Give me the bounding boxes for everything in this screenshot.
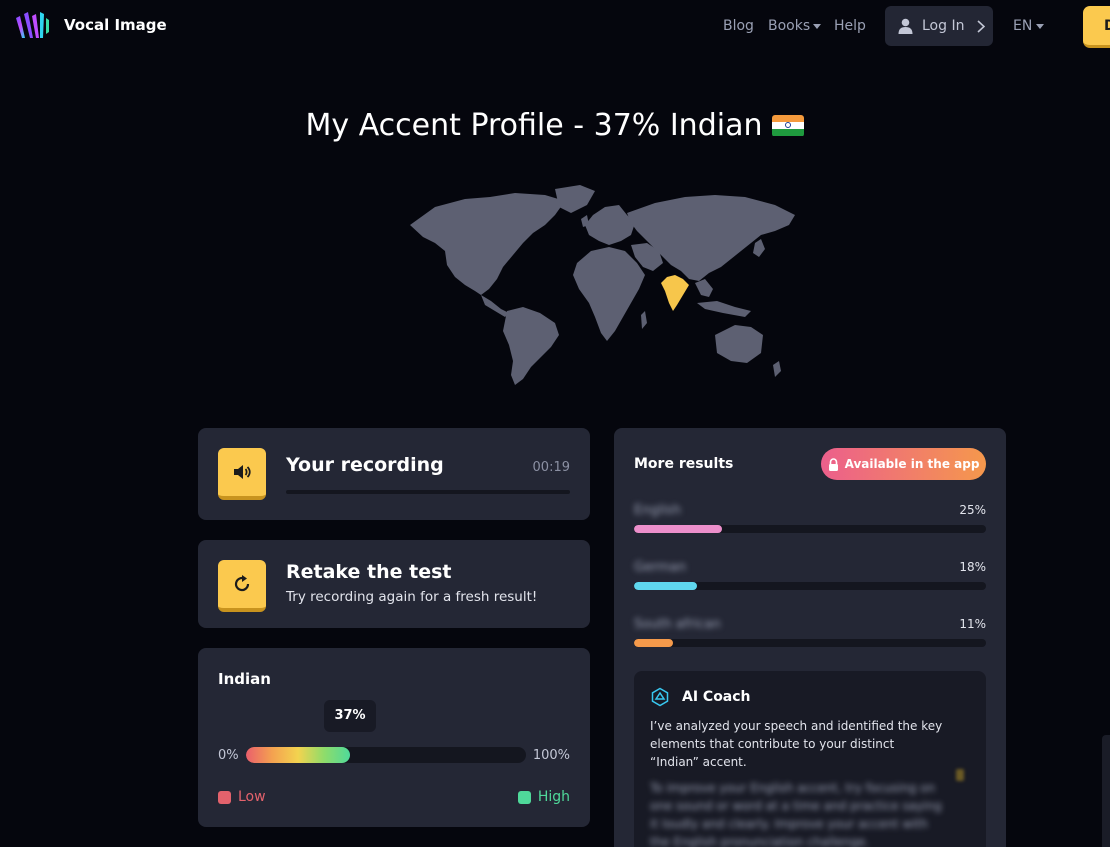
indonesia-shape	[697, 301, 751, 317]
ai-coach-lock-marker	[956, 769, 964, 781]
page-title-text: My Accent Profile - 37% Indian	[305, 108, 763, 143]
brand-logo[interactable]: Vocal Image	[14, 10, 167, 40]
accent-scale-card: Indian 37% 0% 100% Low High	[198, 648, 590, 827]
new-zealand-shape	[773, 361, 781, 377]
scale-min-label: 0%	[218, 748, 239, 763]
result-name-blurred: German	[634, 560, 687, 575]
result-name-blurred: English	[634, 503, 681, 518]
retake-subtitle: Try recording again for a fresh result!	[286, 589, 538, 605]
ai-coach-title: AI Coach	[682, 689, 751, 705]
accent-scale-fill	[246, 747, 350, 763]
result-percent: 18%	[959, 560, 986, 574]
available-in-app-button[interactable]: Available in the app	[821, 448, 986, 480]
legend-low-label: Low	[238, 789, 266, 805]
ai-coach-locked-message: To improve your English accent, try focu…	[650, 781, 942, 847]
india-highlight-shape	[661, 275, 689, 311]
nav-link-help[interactable]: Help	[834, 18, 866, 34]
retake-card[interactable]: Retake the test Try recording again for …	[198, 540, 590, 628]
result-bar-fill	[634, 639, 673, 647]
chevron-down-icon	[813, 23, 822, 29]
southeast-asia-shape	[695, 279, 713, 297]
result-row: English 25%	[634, 503, 986, 549]
more-results-title: More results	[634, 456, 734, 472]
africa-shape	[573, 247, 645, 341]
result-percent: 25%	[959, 503, 986, 517]
recording-progress-track[interactable]	[286, 490, 570, 494]
legend-high-label: High	[537, 789, 570, 805]
retake-title: Retake the test	[286, 561, 452, 583]
accent-scale-track	[246, 747, 526, 763]
uk-shape	[581, 215, 589, 227]
legend-low-swatch	[218, 790, 231, 804]
ai-coach-header: AI Coach	[650, 687, 751, 707]
result-bar-track	[634, 525, 986, 533]
vocal-image-logo-icon	[16, 12, 49, 38]
ai-coach-panel: AI Coach I’ve analyzed your speech and i…	[634, 671, 986, 847]
legend-high-swatch	[517, 790, 531, 804]
central-america-shape	[481, 295, 509, 317]
more-results-card: More results Available in the app Englis…	[614, 428, 1006, 847]
australia-shape	[715, 325, 763, 363]
nav-link-blog[interactable]: Blog	[723, 18, 754, 34]
result-percent: 11%	[959, 617, 986, 631]
result-bar-fill	[634, 582, 698, 590]
japan-shape	[753, 239, 765, 257]
edge-scroll-panel[interactable]	[1102, 735, 1110, 847]
speaker-icon	[234, 465, 251, 479]
page-title: My Accent Profile - 37% Indian	[0, 108, 1110, 143]
ai-coach-icon	[651, 687, 669, 707]
nav-link-books[interactable]: Books	[768, 18, 822, 34]
brand-name: Vocal Image	[64, 16, 167, 34]
result-bar-fill	[634, 525, 722, 533]
result-name-blurred: South african	[634, 617, 721, 632]
login-button[interactable]: Log In	[885, 6, 993, 46]
play-recording-button[interactable]	[218, 448, 266, 500]
download-button[interactable]: D	[1083, 6, 1110, 48]
result-bar-track	[634, 582, 986, 590]
available-in-app-label: Available in the app	[844, 457, 980, 471]
result-row: South african 11%	[634, 617, 986, 663]
chevron-down-icon	[1036, 23, 1045, 29]
retake-button[interactable]	[218, 560, 266, 612]
south-america-shape	[503, 307, 559, 385]
greenland-shape	[555, 185, 595, 213]
recording-card: Your recording 00:19	[198, 428, 590, 520]
madagascar-shape	[641, 311, 647, 329]
language-label: EN	[1013, 18, 1033, 34]
india-flag-icon	[772, 114, 805, 137]
login-label: Log In	[922, 18, 965, 34]
legend-high: High	[517, 789, 570, 805]
legend-low: Low	[218, 789, 266, 805]
nav-link-books-label: Books	[768, 18, 811, 34]
refresh-icon	[234, 575, 250, 592]
result-row: German 18%	[634, 560, 986, 606]
top-navbar: Vocal Image Blog Books Help Log In EN D	[0, 0, 1110, 52]
lock-icon	[828, 457, 838, 471]
world-map	[410, 185, 795, 385]
recording-title: Your recording	[286, 454, 444, 476]
accent-name: Indian	[218, 670, 271, 688]
europe-shape	[585, 205, 635, 245]
recording-duration: 00:19	[532, 460, 570, 475]
accent-percent-tooltip: 37%	[324, 700, 376, 732]
user-icon	[898, 18, 913, 34]
chevron-right-icon	[977, 19, 986, 33]
north-america-shape	[410, 193, 565, 295]
result-bar-track	[634, 639, 986, 647]
ai-coach-message: I’ve analyzed your speech and identified…	[650, 719, 943, 769]
scale-max-label: 100%	[532, 748, 570, 763]
language-selector[interactable]: EN	[1013, 18, 1045, 34]
